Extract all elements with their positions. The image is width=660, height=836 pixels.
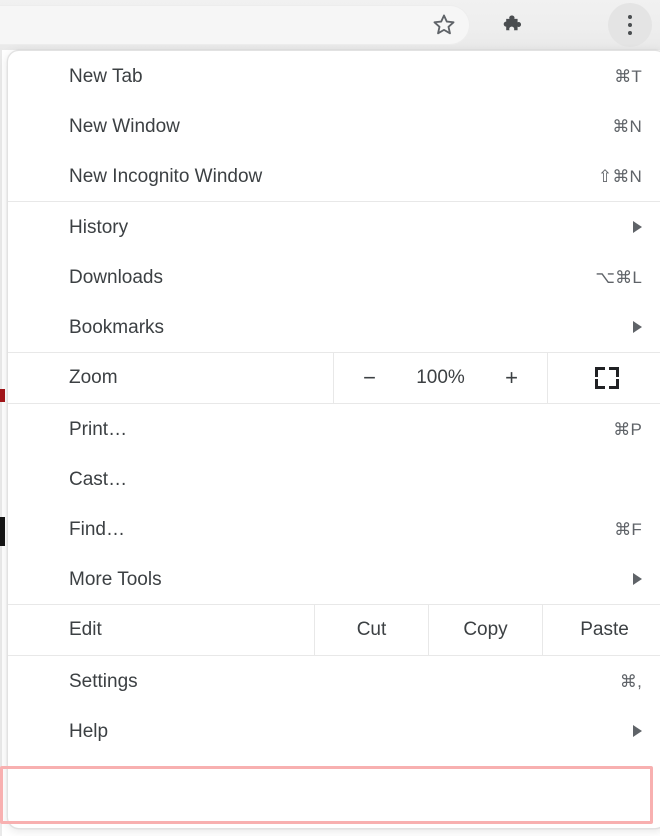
bookmark-star-icon[interactable] (422, 5, 466, 45)
zoom-level-value: 100% (416, 367, 465, 388)
zoom-label-text: Zoom (69, 367, 118, 388)
menu-item-print[interactable]: Print… ⌘P (8, 404, 660, 454)
chrome-menu-button[interactable] (608, 3, 652, 47)
menu-item-label: Find… (69, 518, 125, 540)
menu-item-bookmarks[interactable]: Bookmarks (8, 302, 660, 352)
cut-label: Cut (356, 619, 387, 640)
menu-item-label: Downloads (69, 266, 163, 288)
page-accent-mark-red (0, 389, 5, 402)
menu-item-label: New Tab (69, 65, 143, 87)
menu-item-label: Bookmarks (69, 316, 165, 338)
three-dot-menu-icon (628, 15, 632, 35)
menu-item-label: Help (69, 720, 109, 742)
paste-button[interactable]: Paste (542, 605, 660, 655)
menu-section-zoom: Zoom − 100% + (8, 352, 660, 403)
menu-item-label: History (69, 216, 129, 238)
menu-item-shortcut: ⌥⌘L (595, 267, 642, 287)
menu-section-browse: History Downloads ⌥⌘L Bookmarks (8, 201, 660, 352)
submenu-arrow-icon (633, 321, 642, 333)
zoom-row: Zoom − 100% + (8, 353, 660, 403)
browser-toolbar (0, 0, 660, 50)
menu-item-shortcut: ⌘N (612, 116, 642, 136)
menu-item-shortcut: ⌘, (619, 671, 642, 691)
zoom-out-button[interactable]: − (347, 365, 393, 391)
page-accent-mark-dark (0, 517, 5, 546)
submenu-arrow-icon (633, 221, 642, 233)
extensions-puzzle-icon[interactable] (492, 5, 536, 45)
submenu-arrow-icon (633, 725, 642, 737)
page-left-border (0, 50, 2, 836)
zoom-in-button[interactable]: + (489, 365, 535, 391)
menu-item-find[interactable]: Find… ⌘F (8, 504, 660, 554)
menu-item-shortcut: ⌘P (613, 419, 642, 439)
menu-item-history[interactable]: History (8, 202, 660, 252)
edit-label: Edit (8, 605, 314, 655)
chrome-main-menu: New Tab ⌘T New Window ⌘N New Incognito W… (7, 50, 660, 829)
fullscreen-icon (595, 367, 619, 389)
edit-label-text: Edit (69, 619, 102, 640)
menu-section-tools: Print… ⌘P Cast… Find… ⌘F More Tools (8, 403, 660, 604)
menu-item-help[interactable]: Help (8, 706, 660, 756)
menu-item-label: Cast… (69, 468, 128, 490)
menu-item-label: New Window (69, 115, 180, 137)
submenu-arrow-icon (633, 573, 642, 585)
menu-item-label: Settings (69, 670, 138, 692)
zoom-controls: − 100% + (333, 353, 547, 403)
menu-item-label: More Tools (69, 568, 162, 590)
menu-item-label: Print… (69, 418, 128, 440)
menu-item-shortcut: ⌘F (614, 519, 642, 539)
menu-item-cast[interactable]: Cast… (8, 454, 660, 504)
menu-section-edit: Edit Cut Copy Paste (8, 604, 660, 655)
menu-item-shortcut: ⇧⌘N (597, 166, 642, 186)
menu-item-settings[interactable]: Settings ⌘, (8, 656, 660, 706)
menu-item-new-window[interactable]: New Window ⌘N (8, 101, 660, 151)
menu-item-new-tab[interactable]: New Tab ⌘T (8, 51, 660, 101)
menu-section-new: New Tab ⌘T New Window ⌘N New Incognito W… (8, 51, 660, 201)
menu-item-downloads[interactable]: Downloads ⌥⌘L (8, 252, 660, 302)
paste-label: Paste (580, 619, 629, 640)
copy-button[interactable]: Copy (428, 605, 542, 655)
menu-item-shortcut: ⌘T (614, 66, 642, 86)
omnibox[interactable] (0, 5, 470, 45)
menu-item-more-tools[interactable]: More Tools (8, 554, 660, 604)
menu-item-label: New Incognito Window (69, 165, 263, 187)
menu-item-new-incognito-window[interactable]: New Incognito Window ⇧⌘N (8, 151, 660, 201)
cut-button[interactable]: Cut (314, 605, 428, 655)
zoom-label: Zoom (8, 353, 333, 403)
copy-label: Copy (463, 619, 508, 640)
screen: New Tab ⌘T New Window ⌘N New Incognito W… (0, 0, 660, 836)
menu-section-settings: Settings ⌘, Help (8, 655, 660, 756)
fullscreen-button[interactable] (547, 353, 660, 403)
edit-row: Edit Cut Copy Paste (8, 605, 660, 655)
